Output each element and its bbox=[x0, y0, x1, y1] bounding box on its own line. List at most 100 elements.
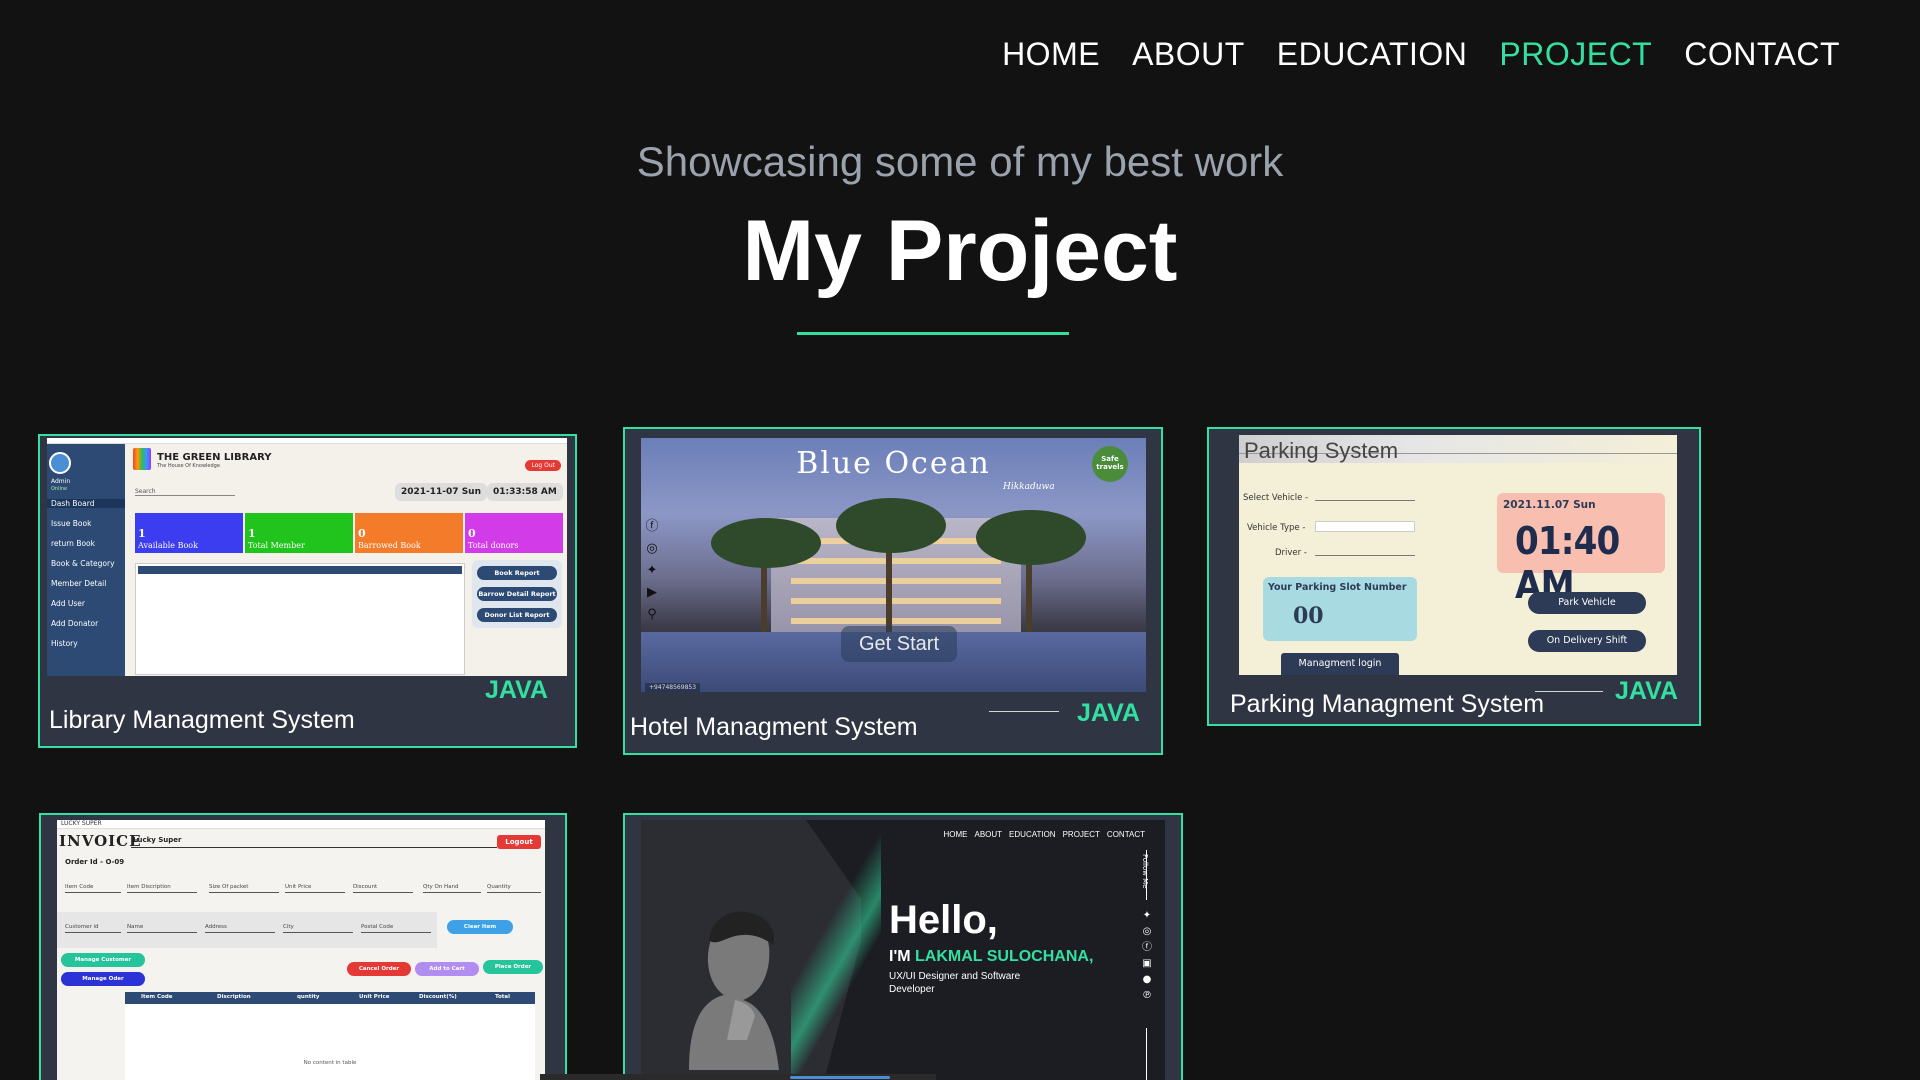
nav-contact[interactable]: CONTACT bbox=[1684, 36, 1840, 73]
preview-nav-about: ABOUT bbox=[974, 830, 1003, 839]
app-title: Parking System bbox=[1244, 438, 1399, 463]
tech-badge: JAVA bbox=[1077, 699, 1140, 727]
time-display: 01:33:58 AM bbox=[487, 483, 563, 501]
get-start-button: Get Start bbox=[841, 626, 957, 662]
youtube-icon: ▶ bbox=[647, 585, 657, 600]
project-title: Parking Managment System bbox=[1230, 690, 1545, 718]
stat-barrowed-book: 0 Barrowed Book bbox=[355, 513, 463, 553]
twitter-icon: ✦ bbox=[1142, 910, 1152, 921]
clock-panel: 2021.11.07 Sun 01:40 AM bbox=[1497, 493, 1665, 607]
window-bar: LUCKY SUPER bbox=[57, 820, 545, 829]
project-screenshot: Parking System Select Vehicle - Vehicle … bbox=[1239, 435, 1677, 675]
park-vehicle-button: Park Vehicle bbox=[1528, 592, 1646, 614]
app-brand-sub: The House Of Knowledge bbox=[157, 463, 220, 469]
stat-available-book: 1 Available Book bbox=[135, 513, 243, 553]
tech-badge: JAVA bbox=[1615, 677, 1678, 705]
field-postal-code: Postal Code bbox=[361, 924, 431, 933]
follow-me-label: Follow Me bbox=[1141, 854, 1149, 889]
donor-report-button: Donor List Report bbox=[477, 608, 557, 622]
logout-button: Logout bbox=[497, 835, 541, 849]
column-quantity: quntity bbox=[297, 994, 320, 1000]
empty-table-text: No content in table bbox=[303, 1060, 357, 1066]
field-item-code: Item Code bbox=[65, 884, 121, 893]
menu-return-book: return Book bbox=[51, 539, 95, 548]
project-card-portfolio[interactable]: HOME ABOUT EDUCATION PROJECT CONTACT Hel… bbox=[623, 813, 1183, 1080]
section-subtitle: Showcasing some of my best work bbox=[636, 138, 1284, 185]
project-title: Hotel Managment System bbox=[630, 713, 918, 741]
user-status: Online bbox=[51, 486, 68, 492]
column-item-code: Item Code bbox=[141, 994, 173, 1000]
field-size-of-packet: Size Of packet bbox=[209, 884, 279, 893]
instagram-icon: ◎ bbox=[1142, 926, 1152, 937]
table-header: Item Code Discription quntity Unit Price… bbox=[125, 992, 535, 1004]
divider bbox=[1535, 691, 1603, 692]
location-icon: ⚲ bbox=[647, 607, 657, 622]
place-order-button: Place Order bbox=[483, 960, 543, 974]
books-table bbox=[135, 563, 465, 675]
hero-im: I'M bbox=[889, 948, 911, 965]
field-quantity: Quantity bbox=[487, 884, 541, 893]
management-login-button: Managment login bbox=[1281, 653, 1399, 675]
slot-label: Your Parking Slot Number bbox=[1268, 582, 1407, 593]
user-name: Admin bbox=[51, 478, 71, 485]
social-links: ⓕ ◎ ✦ ▶ ⚲ bbox=[645, 520, 659, 630]
invoice-heading: INVOICE bbox=[59, 832, 142, 850]
github-icon: ● bbox=[1142, 974, 1152, 985]
nav-project[interactable]: PROJECT bbox=[1499, 36, 1652, 73]
slot-number: 00 bbox=[1293, 603, 1324, 629]
vehicle-type-label: Vehicle Type - bbox=[1247, 523, 1306, 533]
preview-social-links: ✦ ◎ ⓕ ▣ ● ℗ bbox=[1141, 908, 1153, 1004]
store-name: Lucky Super bbox=[133, 836, 182, 844]
logout-button: Log Out bbox=[525, 460, 561, 471]
field-address: Address bbox=[205, 924, 275, 933]
instagram-icon: ◎ bbox=[646, 541, 658, 556]
manage-order-button: Manage Oder bbox=[61, 972, 145, 986]
field-discount: Discount bbox=[353, 884, 413, 893]
column-total: Total bbox=[495, 994, 511, 1000]
driver-label: Driver - bbox=[1275, 548, 1307, 558]
project-screenshot: LUCKY SUPER INVOICE Lucky Super Logout O… bbox=[57, 820, 545, 1080]
column-discount: Discount(%) bbox=[419, 994, 457, 1000]
field-name: Name bbox=[127, 924, 197, 933]
section-title: My Project bbox=[742, 203, 1178, 299]
tech-badge: JAVA bbox=[485, 676, 548, 704]
phone-number: +94748569853 bbox=[645, 683, 701, 692]
project-screenshot: HOME ABOUT EDUCATION PROJECT CONTACT Hel… bbox=[641, 820, 1165, 1080]
project-title: Library Managment System bbox=[49, 706, 355, 734]
table-header bbox=[138, 566, 462, 574]
delivery-shift-button: On Delivery Shift bbox=[1528, 630, 1646, 652]
project-screenshot: Admin Online Dash Board Issue Book retur… bbox=[47, 438, 567, 676]
date-display: 2021-11-07 Sun bbox=[395, 483, 487, 501]
hero-intro: I'M LAKMAL SULOCHANA, bbox=[889, 948, 1093, 966]
preview-nav-project: PROJECT bbox=[1062, 830, 1100, 839]
nav-about[interactable]: ABOUT bbox=[1132, 36, 1245, 73]
preview-nav-home: HOME bbox=[943, 830, 968, 839]
preview-nav: HOME ABOUT EDUCATION PROJECT CONTACT bbox=[943, 830, 1145, 839]
search-input: Search bbox=[135, 488, 235, 496]
manage-customer-button: Manage Customer bbox=[61, 953, 145, 967]
menu-issue-book: Issue Book bbox=[51, 519, 92, 528]
field-customer-id: Customer id bbox=[65, 924, 121, 933]
nav-home[interactable]: HOME bbox=[1002, 36, 1100, 73]
portrait-image bbox=[689, 911, 779, 1070]
menu-dashboard: Dash Board bbox=[47, 499, 125, 508]
project-card-invoice[interactable]: LUCKY SUPER INVOICE Lucky Super Logout O… bbox=[39, 813, 567, 1080]
column-description: Discription bbox=[217, 994, 251, 1000]
menu-member-detail: Member Detail bbox=[51, 579, 107, 588]
hotel-brand-sub: Hikkaduwa bbox=[1003, 482, 1055, 492]
nav-education[interactable]: EDUCATION bbox=[1277, 36, 1468, 73]
sidebar: Admin Online Dash Board Issue Book retur… bbox=[47, 444, 125, 676]
clock-date: 2021.11.07 Sun bbox=[1503, 499, 1596, 511]
cart-table: Item Code Discription quntity Unit Price… bbox=[125, 992, 535, 1080]
hero-name: LAKMAL SULOCHANA, bbox=[915, 948, 1094, 965]
book-report-button: Book Report bbox=[477, 566, 557, 580]
main-nav: HOME ABOUT EDUCATION PROJECT CONTACT bbox=[1002, 36, 1840, 73]
project-card-hotel[interactable]: Blue Ocean Hikkaduwa Safe travels ⓕ ◎ ✦ … bbox=[623, 427, 1163, 755]
parking-slot-panel: Your Parking Slot Number 00 bbox=[1263, 577, 1417, 641]
project-card-library[interactable]: Admin Online Dash Board Issue Book retur… bbox=[38, 434, 577, 748]
hero-hello: Hello, bbox=[889, 898, 998, 942]
cancel-order-button: Cancel Order bbox=[347, 962, 411, 976]
stat-total-donors: 0 Total donors bbox=[465, 513, 563, 553]
project-screenshot: Blue Ocean Hikkaduwa Safe travels ⓕ ◎ ✦ … bbox=[641, 438, 1146, 692]
project-card-parking[interactable]: Parking System Select Vehicle - Vehicle … bbox=[1207, 427, 1701, 726]
